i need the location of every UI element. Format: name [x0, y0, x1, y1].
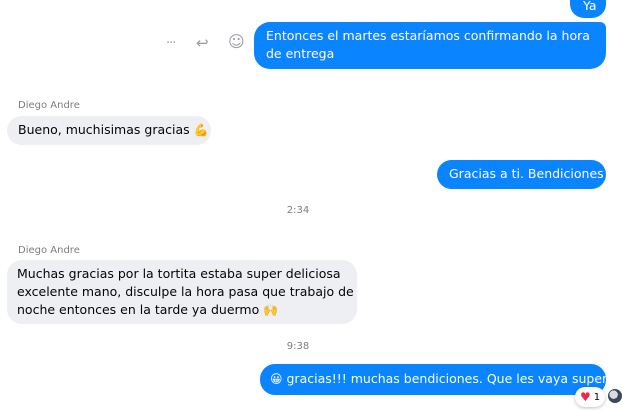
grinning-face-emoji-icon: 😀	[270, 372, 283, 386]
sender-name: Diego Andre	[18, 245, 80, 256]
message-text: Gracias a ti. Bendiciones	[449, 166, 604, 181]
message-text-line: noche entonces en la tarde ya duermo 🙌	[17, 301, 347, 319]
message-text-line: Muchas gracias por la tortita estaba sup…	[17, 266, 341, 281]
message-bubble-outgoing[interactable]: 😀 gracias!!! muchas bendiciones. Que les…	[260, 364, 608, 395]
seen-avatar	[608, 389, 622, 403]
message-bubble-outgoing[interactable]: Ya	[570, 0, 606, 18]
timestamp: 2:34	[286, 205, 310, 216]
reply-icon[interactable]: ↩	[196, 35, 209, 51]
message-text: noche entonces en la tarde ya duermo	[17, 302, 260, 317]
message-text: gracias!!! muchas bendiciones. Que les v…	[286, 371, 608, 386]
flexed-biceps-emoji-icon: 💪	[193, 123, 209, 137]
message-bubble-outgoing[interactable]: Entonces el martes estaríamos confirmand…	[254, 22, 606, 69]
reaction-count: 1	[593, 391, 601, 403]
message-text: Ya	[583, 0, 597, 13]
message-bubble-incoming[interactable]: Bueno, muchisimas gracias 💪	[7, 116, 211, 145]
timestamp: 9:38	[286, 341, 310, 352]
raising-hands-emoji-icon: 🙌	[263, 303, 279, 317]
message-bubble-incoming[interactable]: Muchas gracias por la tortita estaba sup…	[7, 260, 357, 324]
sender-name: Diego Andre	[18, 100, 80, 111]
reaction-badge[interactable]: ♥ 1	[575, 387, 606, 407]
message-bubble-outgoing[interactable]: Gracias a ti. Bendiciones	[437, 160, 606, 189]
message-text-line: Entonces el martes estaríamos confirmand…	[266, 28, 590, 43]
message-text: Bueno, muchisimas gracias	[18, 122, 190, 137]
react-icon[interactable]: ☺	[228, 34, 245, 50]
message-text-line: de entrega	[266, 46, 335, 61]
heart-icon: ♥	[580, 390, 591, 404]
more-options-icon[interactable]: ···	[166, 36, 176, 52]
message-text-line: excelente mano, disculpe la hora pasa qu…	[17, 284, 354, 299]
